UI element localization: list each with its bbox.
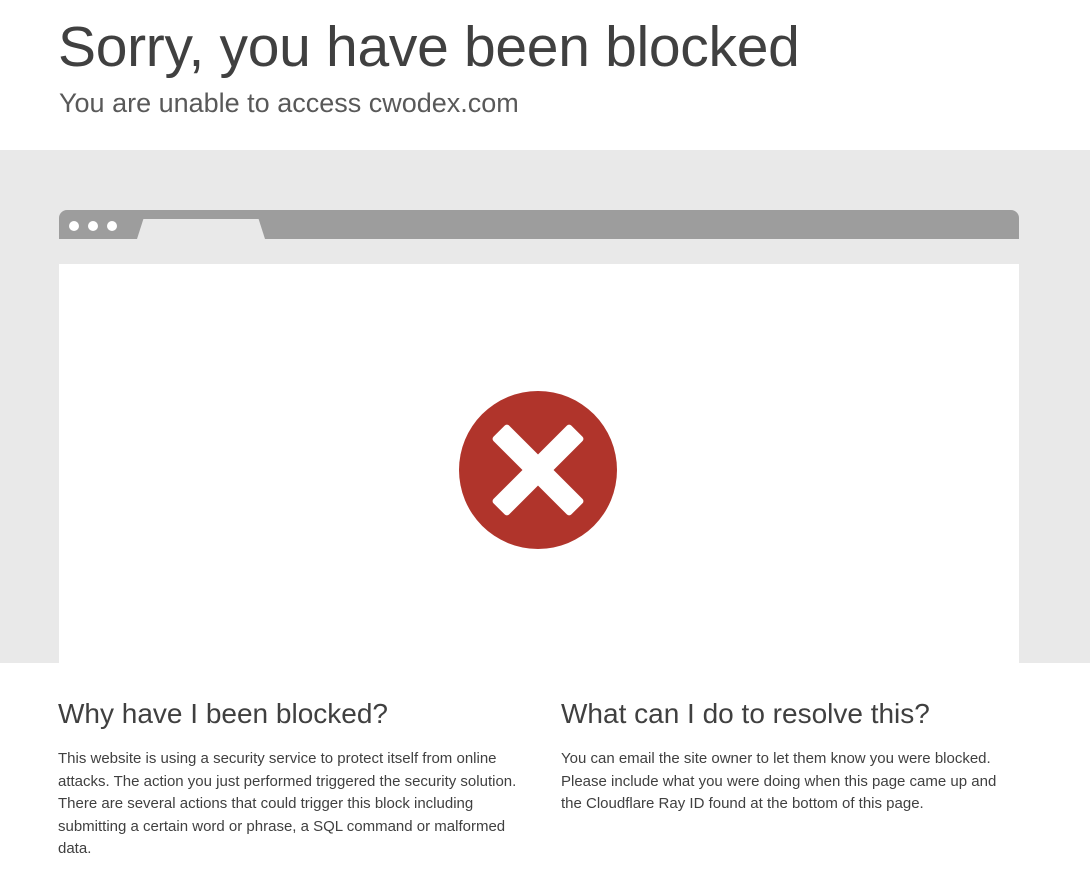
- blocked-x-icon: [459, 391, 617, 549]
- browser-tab-illustration: [137, 219, 265, 239]
- page-title: Sorry, you have been blocked: [58, 15, 800, 79]
- window-dot-icon: [88, 221, 98, 231]
- page-subtitle: You are unable to access cwodex.com: [59, 88, 519, 118]
- resolve-text: You can email the site owner to let them…: [561, 750, 997, 813]
- resolve-heading: What can I do to resolve this?: [561, 698, 930, 729]
- window-dot-icon: [107, 221, 117, 231]
- window-dot-icon: [69, 221, 79, 231]
- why-blocked-text: This website is using a security service…: [58, 750, 517, 858]
- why-blocked-heading: Why have I been blocked?: [58, 698, 388, 729]
- page-header: Sorry, you have been blocked You are una…: [0, 0, 1090, 150]
